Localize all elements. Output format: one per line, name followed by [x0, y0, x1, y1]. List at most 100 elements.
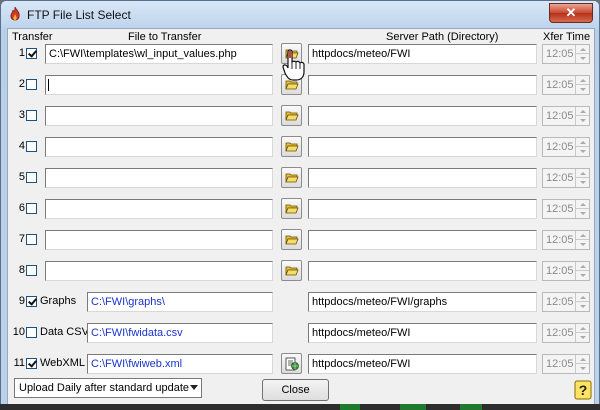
transfer-checkbox[interactable]: [26, 358, 37, 369]
file-to-transfer-input[interactable]: [45, 261, 273, 281]
row-number: 8: [18, 264, 25, 276]
dialog-client-area: Transfer File to Transfer Server Path (D…: [7, 28, 595, 406]
xfer-time-spinner[interactable]: 12:05: [542, 323, 590, 343]
browse-file-button[interactable]: [281, 136, 302, 157]
folder-open-icon: [285, 142, 299, 152]
row-number: 7: [18, 233, 25, 245]
browse-file-button[interactable]: [281, 198, 302, 219]
xfer-time-spinner[interactable]: 12:05: [542, 75, 590, 95]
file-to-transfer-input[interactable]: C:\FWI\graphs\: [87, 292, 273, 312]
server-path-input[interactable]: [308, 75, 537, 95]
transfer-row: 5 12:05: [8, 167, 594, 189]
server-path-input[interactable]: [308, 168, 537, 188]
spin-down-icon[interactable]: [575, 115, 589, 125]
xfer-time-spinner[interactable]: 12:05: [542, 168, 590, 188]
browse-file-button[interactable]: [281, 105, 302, 126]
transfer-checkbox[interactable]: [26, 265, 37, 276]
file-to-transfer-input[interactable]: [45, 230, 273, 250]
server-path-input[interactable]: httpdocs/meteo/FWI: [308, 354, 537, 374]
row-number: 1: [18, 47, 25, 59]
transfer-checkbox[interactable]: [26, 110, 37, 121]
web-file-icon: [285, 357, 299, 371]
spin-down-icon[interactable]: [575, 363, 589, 373]
browse-file-button[interactable]: [281, 229, 302, 250]
header-transfer: Transfer: [12, 31, 53, 43]
transfer-checkbox[interactable]: [26, 296, 37, 307]
file-to-transfer-input[interactable]: C:\FWI\fwidata.csv: [87, 323, 273, 343]
window-title: FTP File List Select: [27, 8, 131, 22]
xfer-time-spinner[interactable]: 12:05: [542, 354, 590, 374]
transfer-checkbox[interactable]: [26, 172, 37, 183]
header-xfer-time: Xfer Time: [543, 31, 591, 43]
server-path-input[interactable]: [308, 137, 537, 157]
row-number: 3: [18, 109, 25, 121]
xfer-time-spinner[interactable]: 12:05: [542, 44, 590, 64]
transfer-row: 6 12:05: [8, 198, 594, 220]
taskbar-strip: [0, 404, 600, 410]
transfer-row: 8 12:05: [8, 260, 594, 282]
xfer-time-spinner[interactable]: 12:05: [542, 292, 590, 312]
xfer-time-value: 12:05: [546, 203, 574, 215]
row-number: 6: [18, 202, 25, 214]
transfer-checkbox[interactable]: [26, 48, 37, 59]
file-to-transfer-input[interactable]: [45, 199, 273, 219]
xfer-time-value: 12:05: [546, 48, 574, 60]
row-label: Graphs: [40, 295, 77, 307]
spin-down-icon[interactable]: [575, 270, 589, 280]
spin-down-icon[interactable]: [575, 177, 589, 187]
transfer-checkbox[interactable]: [26, 203, 37, 214]
transfer-checkbox[interactable]: [26, 234, 37, 245]
spin-down-icon[interactable]: [575, 301, 589, 311]
xfer-time-spinner[interactable]: 12:05: [542, 106, 590, 126]
spin-down-icon[interactable]: [575, 53, 589, 63]
browse-file-button[interactable]: [281, 353, 302, 374]
xfer-time-spinner[interactable]: 12:05: [542, 199, 590, 219]
row-number: 5: [18, 171, 25, 183]
xfer-time-spinner[interactable]: 12:05: [542, 230, 590, 250]
spin-down-icon[interactable]: [575, 84, 589, 94]
file-to-transfer-input[interactable]: C:\FWI\templates\wl_input_values.php: [45, 44, 273, 64]
folder-open-icon: [285, 111, 299, 121]
transfer-checkbox[interactable]: [26, 141, 37, 152]
server-path-input[interactable]: httpdocs/meteo/FWI: [308, 44, 537, 64]
hand-pointer-cursor-icon: [282, 49, 305, 81]
spin-down-icon[interactable]: [575, 332, 589, 342]
spin-down-icon[interactable]: [575, 146, 589, 156]
help-question-icon[interactable]: ?: [573, 379, 593, 401]
close-button[interactable]: Close: [262, 379, 329, 401]
folder-open-icon: [285, 266, 299, 276]
server-path-input[interactable]: httpdocs/meteo/FWI: [308, 323, 537, 343]
browse-file-button[interactable]: [281, 260, 302, 281]
title-bar: FTP File List Select ✕: [1, 1, 599, 29]
browse-file-button[interactable]: [281, 167, 302, 188]
xfer-time-spinner[interactable]: 12:05: [542, 261, 590, 281]
transfer-checkbox[interactable]: [26, 327, 37, 338]
chevron-down-icon: [190, 385, 198, 390]
server-path-input[interactable]: [308, 106, 537, 126]
file-to-transfer-input[interactable]: [45, 137, 273, 157]
server-path-input[interactable]: [308, 199, 537, 219]
header-server-path: Server Path (Directory): [386, 31, 499, 43]
file-to-transfer-input[interactable]: [45, 106, 273, 126]
server-path-input[interactable]: [308, 230, 537, 250]
xfer-time-value: 12:05: [546, 265, 574, 277]
schedule-select[interactable]: Upload Daily after standard update: [14, 378, 202, 398]
transfer-row: 9 Graphs C:\FWI\graphs\ httpdocs/meteo/F…: [8, 291, 594, 313]
xfer-time-spinner[interactable]: 12:05: [542, 137, 590, 157]
schedule-select-value: Upload Daily after standard update: [19, 382, 189, 394]
spin-down-icon[interactable]: [575, 239, 589, 249]
folder-open-icon: [285, 235, 299, 245]
server-path-input[interactable]: httpdocs/meteo/FWI/graphs: [308, 292, 537, 312]
row-number: 11: [13, 357, 25, 369]
row-number: 4: [18, 140, 25, 152]
file-to-transfer-input[interactable]: [45, 168, 273, 188]
file-to-transfer-input[interactable]: [45, 75, 273, 95]
transfer-checkbox[interactable]: [26, 79, 37, 90]
xfer-time-value: 12:05: [546, 327, 574, 339]
header-file-to-transfer: File to Transfer: [128, 31, 202, 43]
window-close-button[interactable]: ✕: [549, 3, 593, 23]
file-to-transfer-input[interactable]: C:\FWI\fwiweb.xml: [87, 354, 273, 374]
spin-down-icon[interactable]: [575, 208, 589, 218]
server-path-input[interactable]: [308, 261, 537, 281]
transfer-row: 10 Data CSV C:\FWI\fwidata.csv httpdocs/…: [8, 322, 594, 344]
